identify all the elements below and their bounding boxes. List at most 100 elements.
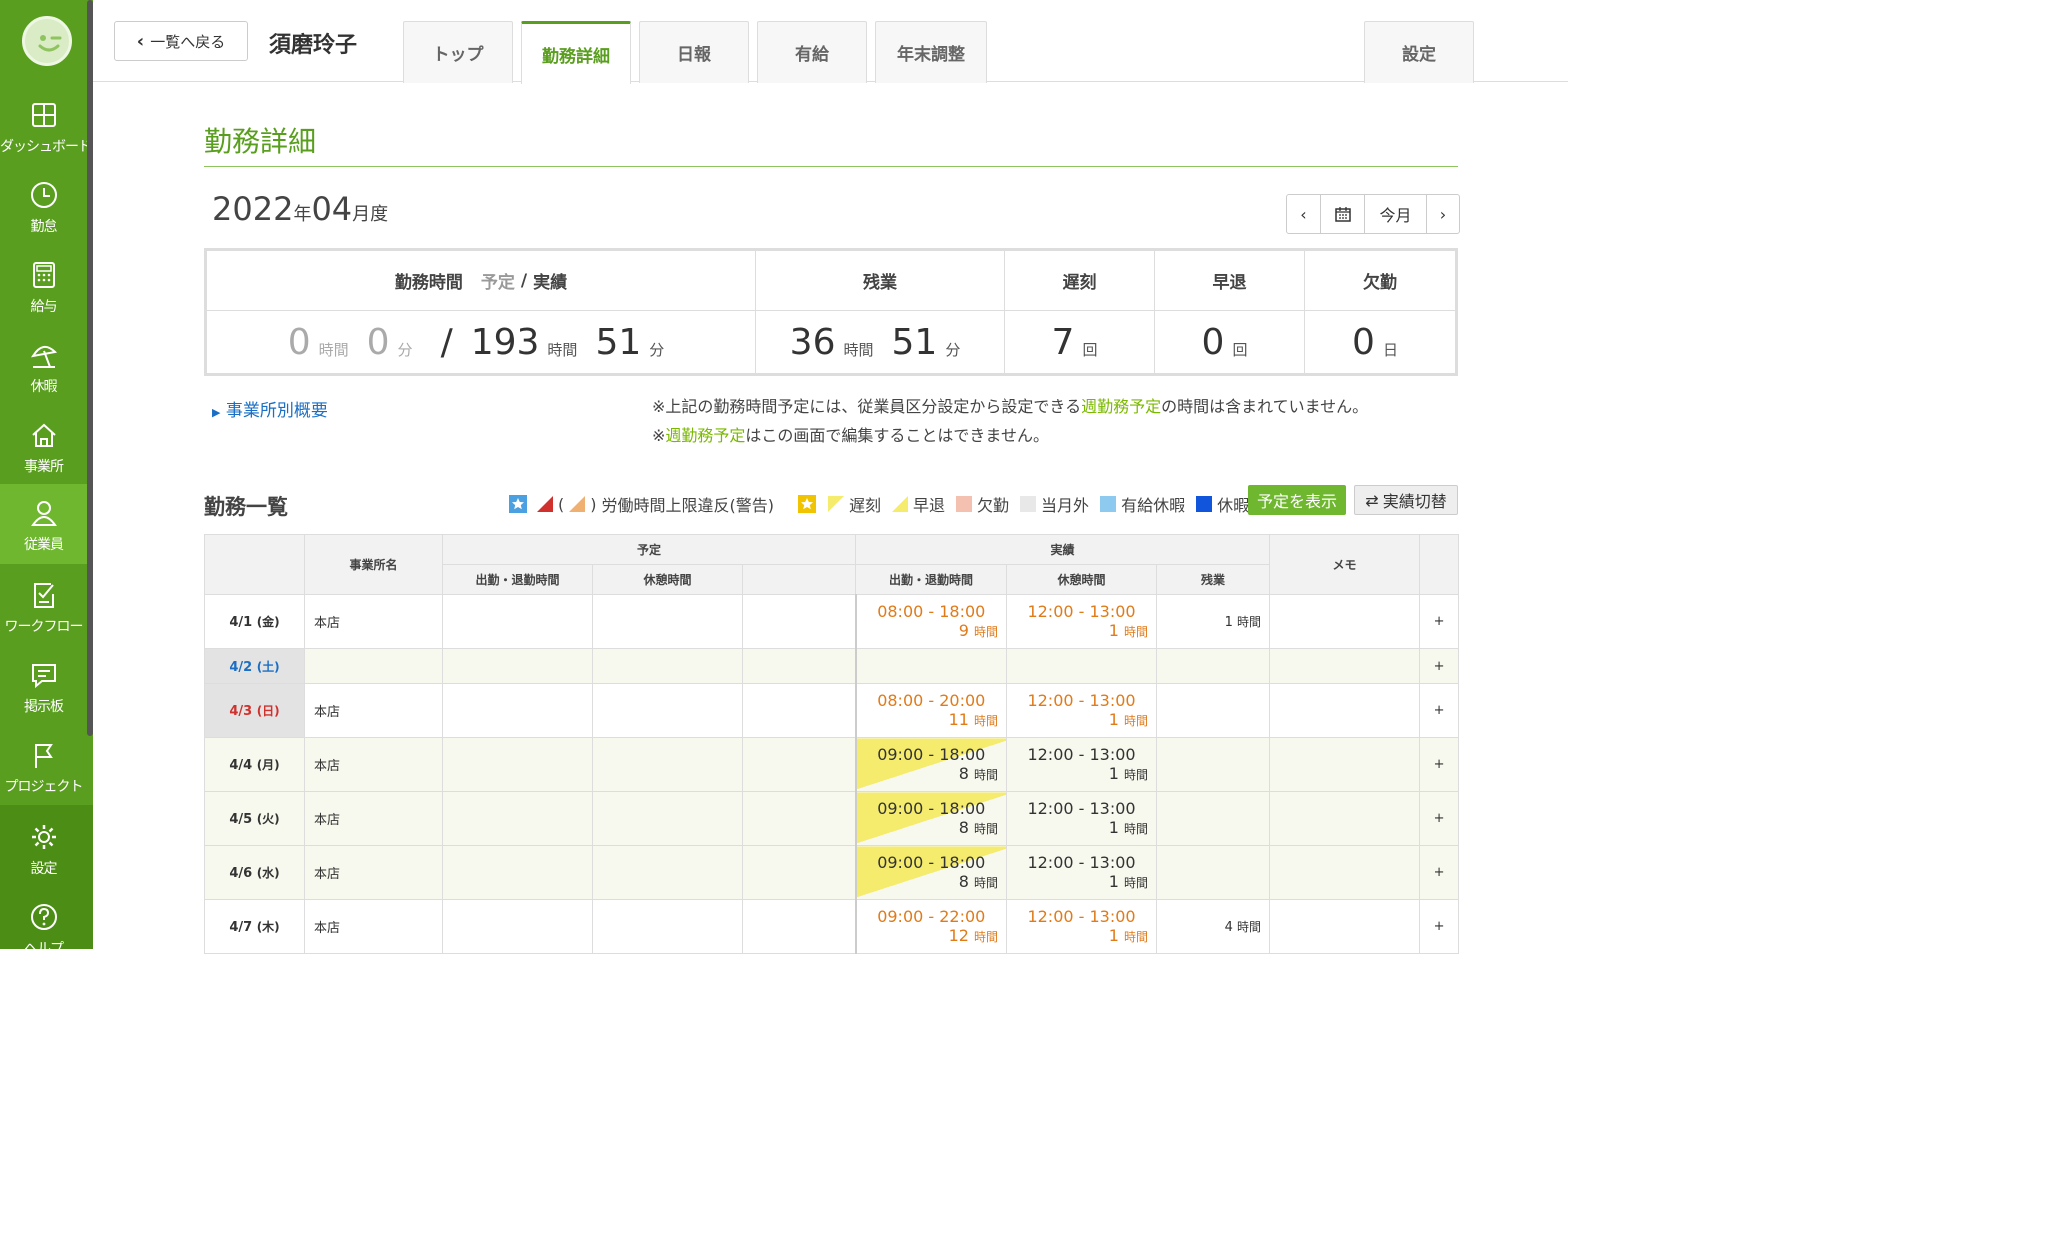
plan-break-cell[interactable] <box>592 648 743 684</box>
sidebar-item-workflow[interactable]: ワークフロー <box>0 566 87 646</box>
calendar-button[interactable] <box>1321 195 1365 233</box>
sidebar-scrollbar[interactable] <box>87 0 93 736</box>
memo-cell[interactable] <box>1269 648 1421 684</box>
summary-panel: 勤務時間 予定 / 実績 0 時間 0分 / 193 時間 51 分 残業 36 時間 … <box>204 248 1458 376</box>
sidebar-item-office[interactable]: 事業所 <box>0 406 87 486</box>
weekly-schedule-link[interactable]: 週勤務予定 <box>1081 397 1161 416</box>
plan-in-out-cell[interactable] <box>442 791 593 846</box>
date-text: 4/3 <box>229 704 253 719</box>
office-cell <box>304 648 443 684</box>
tab-work-detail[interactable]: 勤務詳細 <box>521 21 631 84</box>
table-row[interactable]: 4/3 (日) 本店 08:00 - 20:00 11 時間 12:00 - 13… <box>204 683 1460 738</box>
hour-unit: 時間 <box>974 821 999 836</box>
add-button[interactable]: + <box>1419 683 1460 738</box>
month-value: 04 <box>311 190 353 228</box>
wink-face-icon <box>38 35 62 52</box>
memo-cell[interactable] <box>1269 899 1421 954</box>
actual-in-out-cell[interactable]: 08:00 - 18:00 9 時間 <box>854 594 1008 649</box>
app-logo[interactable] <box>22 16 72 66</box>
actual-break-cell[interactable]: 12:00 - 13:00 1 時間 <box>1006 737 1158 792</box>
sidebar-item-employees[interactable]: 従業員 <box>0 484 87 564</box>
prev-month-button[interactable]: ‹ <box>1287 195 1321 233</box>
plan-in-out-cell[interactable] <box>442 899 593 954</box>
add-button[interactable]: + <box>1419 845 1460 900</box>
tab-settings[interactable]: 設定 <box>1364 21 1474 83</box>
actual-break-cell[interactable]: 12:00 - 13:00 1 時間 <box>1006 899 1158 954</box>
switch-actual-button[interactable]: ⇄ 実績切替 <box>1354 485 1458 515</box>
sidebar-item-attendance[interactable]: 勤怠 <box>0 166 87 246</box>
actual-in-out-cell[interactable]: 09:00 - 18:00 8 時間 <box>854 791 1008 846</box>
date-cell: 4/6 (水) <box>204 845 305 900</box>
sidebar-item-dashboard[interactable]: ダッシュボード <box>0 86 92 166</box>
table-row[interactable]: 4/1 (金) 本店 08:00 - 18:00 9 時間 12:00 - 13:… <box>204 594 1460 649</box>
current-month-button[interactable]: 今月 <box>1365 195 1427 233</box>
break-time: 12:00 - 13:00 <box>1027 601 1136 621</box>
actual-break-cell[interactable]: 12:00 - 13:00 1 時間 <box>1006 683 1158 738</box>
actual-in-out-cell[interactable]: 09:00 - 18:00 8 時間 <box>854 845 1008 900</box>
actual-in-out-cell[interactable] <box>854 648 1008 684</box>
plan-break-cell[interactable] <box>592 737 743 792</box>
hour-unit: 時間 <box>1124 875 1149 890</box>
clock-icon <box>30 182 57 208</box>
next-month-button[interactable]: › <box>1427 195 1459 233</box>
plan-in-out-cell[interactable] <box>442 845 593 900</box>
sidebar-item-help[interactable]: ヘルプ <box>0 888 87 968</box>
tab-year-end[interactable]: 年末調整 <box>875 21 987 83</box>
add-button[interactable]: + <box>1419 648 1460 684</box>
sidebar-item-payroll[interactable]: 給与 <box>0 246 87 326</box>
plan-in-out-cell[interactable] <box>442 648 593 684</box>
table-row[interactable]: 4/2 (土) + <box>204 648 1460 684</box>
plan-in-out-cell[interactable] <box>442 683 593 738</box>
memo-cell[interactable] <box>1269 791 1421 846</box>
tab-paid-leave[interactable]: 有給 <box>757 21 867 83</box>
actual-break-cell[interactable]: 12:00 - 13:00 1 時間 <box>1006 845 1158 900</box>
absent-days: 0 <box>1352 321 1375 363</box>
legend-paid-leave: 有給休暇 <box>1121 496 1186 515</box>
plan-break-cell[interactable] <box>592 594 743 649</box>
weekday-text: (土) <box>256 659 280 674</box>
add-button[interactable]: + <box>1419 791 1460 846</box>
actual-break-cell[interactable] <box>1006 648 1158 684</box>
memo-cell[interactable] <box>1269 683 1421 738</box>
weekly-schedule-link[interactable]: 週勤務予定 <box>665 426 745 445</box>
plan-break-cell[interactable] <box>592 899 743 954</box>
actual-in-out-cell[interactable]: 08:00 - 20:00 11 時間 <box>854 683 1008 738</box>
tab-daily-report[interactable]: 日報 <box>639 21 749 83</box>
actual-break-cell[interactable]: 12:00 - 13:00 1 時間 <box>1006 594 1158 649</box>
add-button[interactable]: + <box>1419 899 1460 954</box>
plan-in-out-cell[interactable] <box>442 737 593 792</box>
back-to-list-button[interactable]: ‹ 一覧へ戻る <box>114 21 248 61</box>
tab-top[interactable]: トップ <box>403 21 513 83</box>
add-button[interactable]: + <box>1419 594 1460 649</box>
table-row[interactable]: 4/5 (火) 本店 09:00 - 18:00 8 時間 12:00 - 13:… <box>204 791 1460 846</box>
table-row[interactable]: 4/7 (木) 本店 09:00 - 22:00 12 時間 12:00 - 13… <box>204 899 1460 954</box>
overtime-cell: 4 時間 <box>1156 899 1271 954</box>
actual-in-out-cell[interactable]: 09:00 - 22:00 12 時間 <box>854 899 1008 954</box>
sidebar-item-project[interactable]: プロジェクト <box>0 726 87 806</box>
show-plan-button[interactable]: 予定を表示 <box>1248 485 1346 515</box>
table-row[interactable]: 4/6 (水) 本店 09:00 - 18:00 8 時間 12:00 - 13:… <box>204 845 1460 900</box>
table-row[interactable]: 4/4 (月) 本店 09:00 - 18:00 8 時間 12:00 - 13:… <box>204 737 1460 792</box>
period-label: 2022年04月度 <box>212 190 388 228</box>
memo-cell[interactable] <box>1269 845 1421 900</box>
plan-break-cell[interactable] <box>592 683 743 738</box>
add-button[interactable]: + <box>1419 737 1460 792</box>
legend-paren: ) <box>590 494 597 514</box>
sidebar-item-settings[interactable]: 設定 <box>0 808 87 888</box>
plan-break-cell[interactable] <box>592 791 743 846</box>
hour-unit: 時間 <box>318 340 349 359</box>
actual-overtime-header: 残業 <box>1156 564 1271 595</box>
actual-break-cell[interactable]: 12:00 - 13:00 1 時間 <box>1006 791 1158 846</box>
holiday-swatch <box>1196 496 1213 512</box>
memo-cell[interactable] <box>1269 594 1421 649</box>
memo-cell[interactable] <box>1269 737 1421 792</box>
plan-in-out-cell[interactable] <box>442 594 593 649</box>
sidebar-item-board[interactable]: 掲示板 <box>0 646 87 726</box>
late-count: 7 <box>1051 321 1075 363</box>
plan-break-cell[interactable] <box>592 845 743 900</box>
actual-in-out-cell[interactable]: 09:00 - 18:00 8 時間 <box>854 737 1008 792</box>
overtime-minutes: 51 <box>891 321 938 363</box>
sidebar-item-leave[interactable]: 休暇 <box>0 326 87 406</box>
office-summary-link[interactable]: ▶ 事業所別概要 <box>212 396 328 421</box>
legend: ( ) 労働時間上限違反(警告) 遅刻 早退 欠勤 当月外 有給休暇 休暇 <box>508 492 1249 516</box>
